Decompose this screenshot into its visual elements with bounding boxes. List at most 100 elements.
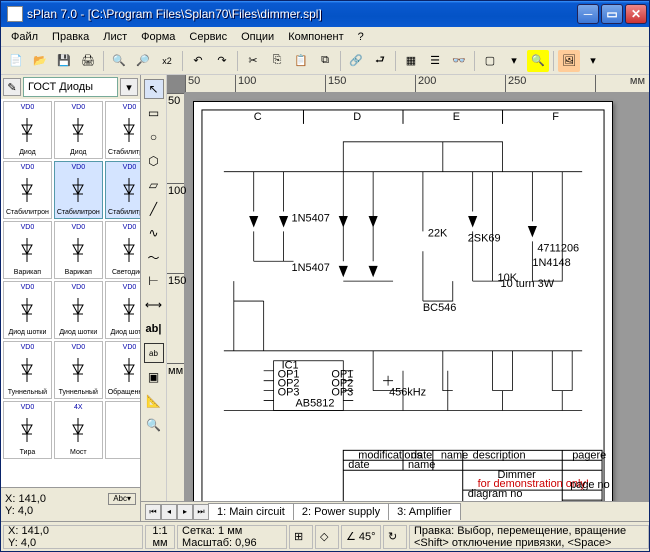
spline-tool[interactable]: ～ [144,247,164,267]
part-item[interactable]: VD0Стабилитрон [54,161,103,219]
zoom-x2-button[interactable]: x2 [156,50,178,72]
undo-button[interactable]: ↶ [187,50,209,72]
parts-palette: VD0ДиодVD0ДиодVD0СтабилитронVD0Стабилитр… [1,99,140,487]
part-item[interactable]: VD0Стабилитрон [3,161,52,219]
part-item[interactable] [105,401,140,459]
duplicate-button[interactable]: ⧉ [314,50,336,72]
link-button[interactable]: 🔗 [345,50,367,72]
drop-button[interactable]: ▾ [503,50,525,72]
svg-text:1N5407: 1N5407 [292,262,330,274]
menu-help[interactable]: ? [352,29,370,45]
svg-text:1N5407: 1N5407 [292,212,330,224]
menu-file[interactable]: Файл [5,29,44,45]
sheet-prev[interactable]: ◂ [161,504,177,520]
part-item[interactable]: VD0Тира [3,401,52,459]
save-button[interactable]: 💾 [53,50,75,72]
statusbar: X: 141,0Y: 4,0 1:1мм Сетка: 1 ммМасштаб:… [1,521,649,551]
part-item[interactable]: VD0Светодиод [105,221,140,279]
poly-tool[interactable]: ▱ [144,175,164,195]
coordinates: X: 141,0Abc▾ Y: 4,0 [1,487,140,521]
svg-text:1N4148: 1N4148 [532,257,570,269]
library-drop-button[interactable]: ▾ [120,78,138,96]
open-button[interactable]: 📂 [29,50,51,72]
svg-text:OP3: OP3 [331,387,353,399]
svg-text:4711206: 4711206 [537,242,579,254]
close-button[interactable]: ✕ [625,4,647,24]
drawing-tools: ↖ ▭ ○ ⬡ ▱ ╱ ∿ ～ ⊢ ⟷ ab| ab ▣ 📐 🔍 [141,75,167,501]
zoom-out-button[interactable]: 🔎 [132,50,154,72]
pencil-icon[interactable]: ✎ [3,78,21,96]
layer-button[interactable]: ☰ [424,50,446,72]
net-tool[interactable]: ⊢ [144,271,164,291]
svg-text:AB5812: AB5812 [296,398,335,410]
copy-button[interactable]: ⎘ [266,50,288,72]
print-button[interactable]: 🖨 [77,50,99,72]
circle-tool[interactable]: ○ [144,127,164,147]
sheet-last[interactable]: ⏭ [193,504,209,520]
part-item[interactable]: VD0Туннельный [54,341,103,399]
text-tool[interactable]: ab| [144,319,164,339]
part-item[interactable]: VD0Стабилитрон [105,161,140,219]
svg-text:D: D [353,111,361,123]
highlight-button[interactable]: 🔍 [527,50,549,72]
redo-button[interactable]: ↷ [211,50,233,72]
shape-tool[interactable]: ⬡ [144,151,164,171]
dim-tool[interactable]: ⟷ [144,295,164,315]
titlebar: sPlan 7.0 - [C:\Program Files\Splan70\Fi… [1,1,649,27]
menu-options[interactable]: Опции [235,29,280,45]
part-item[interactable]: VD0Стабилитрон [105,101,140,159]
zoom-in-button[interactable]: 🔍 [108,50,130,72]
svg-text:22K: 22K [428,227,448,239]
menu-service[interactable]: Сервис [183,29,233,45]
svg-text:name: name [441,449,468,461]
rect-tool[interactable]: ▭ [144,103,164,123]
ruler-vertical: 50 100 150 мм [167,93,185,501]
cut-button[interactable]: ✂ [242,50,264,72]
maximize-button[interactable]: ▭ [601,4,623,24]
new-button[interactable]: 📄 [5,50,27,72]
measure-tool[interactable]: 📐 [144,391,164,411]
page-button[interactable]: ▢ [479,50,501,72]
unlink-button[interactable]: ⮐ [369,50,391,72]
svg-text:E: E [453,111,460,123]
sheet-first[interactable]: ⏮ [145,504,161,520]
image-tool[interactable]: ▣ [144,367,164,387]
toolbar: 📄 📂 💾 🖨 🔍 🔎 x2 ↶ ↷ ✂ ⎘ 📋 ⧉ 🔗 ⮐ ▦ ☰ 👓 ▢ ▾… [1,47,649,75]
svg-text:C: C [254,111,262,123]
menu-component[interactable]: Компонент [282,29,349,45]
pointer-tool[interactable]: ↖ [144,79,164,99]
part-item[interactable]: 4XМост [54,401,103,459]
textbox-tool[interactable]: ab [144,343,164,363]
line-tool[interactable]: ╱ [144,199,164,219]
schematic-page[interactable]: C D E F [193,101,613,501]
part-item[interactable]: VD0Варикап [3,221,52,279]
paste-button[interactable]: 📋 [290,50,312,72]
sheet-next[interactable]: ▸ [177,504,193,520]
sheet-tab-2[interactable]: 2: Power supply [293,503,389,520]
menu-form[interactable]: Форма [135,29,181,45]
part-item[interactable]: VD0Туннельный [3,341,52,399]
menu-sheet[interactable]: Лист [97,29,133,45]
zoom-tool[interactable]: 🔍 [144,415,164,435]
part-item[interactable]: VD0Варикап [54,221,103,279]
library-select[interactable]: ГОСТ Диоды [23,77,118,97]
curve-tool[interactable]: ∿ [144,223,164,243]
part-item[interactable]: VD0Диод [54,101,103,159]
ruler-horizontal: 50 100 150 200 250 мм [185,75,649,93]
sheet-tab-3[interactable]: 3: Amplifier [388,503,460,520]
part-item[interactable]: VD0Диод шотки [105,281,140,339]
part-item[interactable]: VD0Диод шотки [3,281,52,339]
minimize-button[interactable]: ─ [577,4,599,24]
svg-text:diagram no: diagram no [468,488,523,500]
image-button[interactable]: 🖼 [558,50,580,72]
canvas[interactable]: 50 100 150 200 250 мм 50 100 150 мм [167,75,649,501]
find-button[interactable]: 👓 [448,50,470,72]
part-item[interactable]: VD0Обращенный [105,341,140,399]
menu-edit[interactable]: Правка [46,29,95,45]
part-item[interactable]: VD0Диод [3,101,52,159]
drop2-button[interactable]: ▾ [582,50,604,72]
part-item[interactable]: VD0Диод шотки [54,281,103,339]
svg-text:F: F [552,111,559,123]
grid-button[interactable]: ▦ [400,50,422,72]
sheet-tab-1[interactable]: 1: Main circuit [208,503,294,520]
